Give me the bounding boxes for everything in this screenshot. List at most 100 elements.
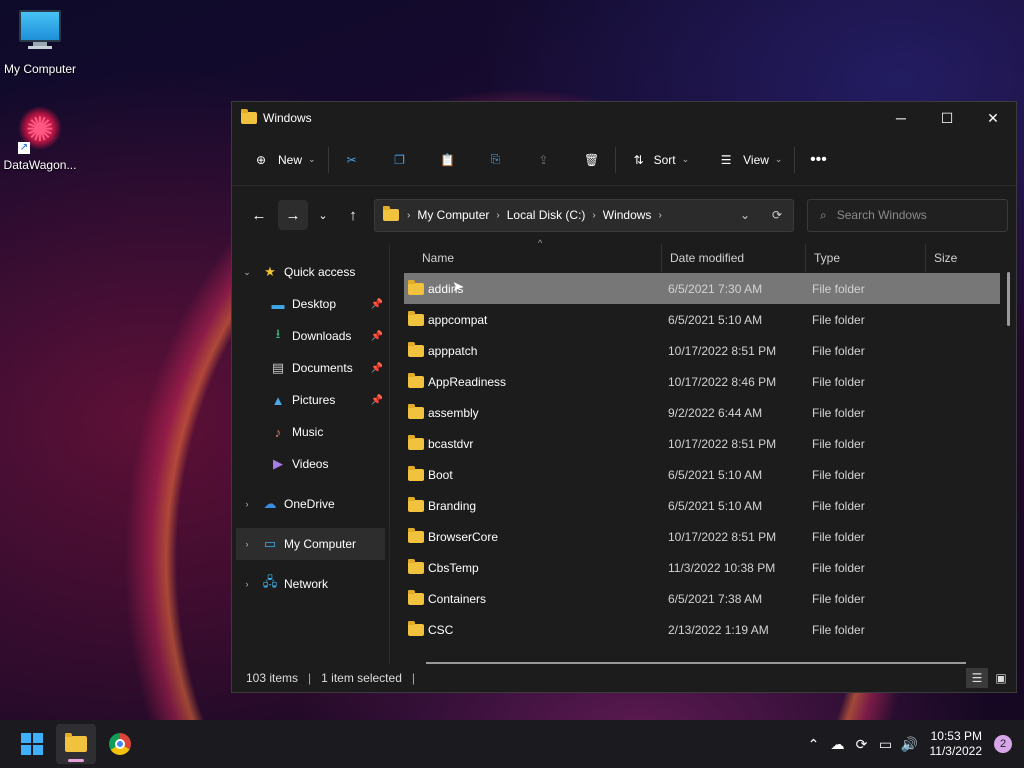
column-date-modified[interactable]: Date modified (662, 244, 806, 272)
file-name: CbsTemp (428, 560, 479, 575)
column-name[interactable]: Name (414, 244, 662, 272)
desktop-icon-my-computer[interactable]: My Computer (0, 10, 80, 76)
file-row[interactable]: BrowserCore 10/17/2022 8:51 PM File fold… (404, 521, 1000, 552)
file-type: File folder (812, 622, 865, 637)
file-type: File folder (812, 405, 865, 420)
up-button[interactable]: ↑ (338, 200, 368, 230)
file-date: 10/17/2022 8:51 PM (668, 436, 777, 451)
nav-downloads[interactable]: ⭳ Downloads 📌 (232, 320, 389, 352)
nav-my-computer[interactable]: › ▭ My Computer (236, 528, 385, 560)
notification-badge[interactable]: 2 (994, 735, 1012, 753)
nav-onedrive[interactable]: › ☁ OneDrive (232, 488, 389, 520)
vertical-scrollbar[interactable] (1007, 272, 1010, 326)
refresh-button[interactable]: ⟳ (761, 208, 793, 222)
volume-icon[interactable]: 🔊 (898, 736, 922, 753)
sort-button[interactable]: ⇅ Sort ⌄ (628, 144, 690, 176)
show-hidden-icons-button[interactable]: ⌃ (802, 736, 826, 753)
column-type[interactable]: Type (806, 244, 926, 272)
clock[interactable]: 10:53 PM 11/3/2022 (930, 729, 983, 759)
breadcrumb-separator-icon: › (496, 209, 500, 221)
folder-icon (408, 496, 424, 512)
paste-button[interactable]: 📋 (437, 144, 459, 176)
file-row[interactable]: AppReadiness 10/17/2022 8:46 PM File fol… (404, 366, 1000, 397)
chevron-right-icon[interactable]: › (240, 499, 254, 509)
file-row[interactable]: CSC 2/13/2022 1:19 AM File folder (404, 614, 1000, 645)
nav-music[interactable]: ♪ Music (232, 416, 389, 448)
network-icon: 🖧 (262, 574, 278, 589)
view-button[interactable]: ☰ View ⌄ (715, 144, 783, 176)
maximize-button[interactable]: ☐ (924, 102, 970, 134)
folder-icon (408, 434, 424, 450)
file-name: CSC (428, 622, 454, 637)
pictures-icon: ▲ (271, 392, 285, 408)
plus-circle-icon: ⊕ (255, 152, 267, 167)
more-options-button[interactable]: ••• (807, 144, 829, 176)
nav-videos[interactable]: ▶ Videos (232, 448, 389, 480)
taskbar-file-explorer[interactable] (56, 724, 96, 764)
file-row[interactable]: Branding 6/5/2021 5:10 AM File folder (404, 490, 1000, 521)
nav-label: Quick access (284, 265, 356, 279)
chevron-right-icon[interactable]: › (240, 539, 254, 549)
new-button[interactable]: ⊕ New ⌄ (250, 144, 316, 176)
nav-quick-access[interactable]: ⌄ ★ Quick access (232, 256, 389, 288)
breadcrumb-my-computer[interactable]: My Computer (417, 208, 489, 222)
forward-button[interactable]: → (278, 200, 308, 230)
folder-icon (408, 310, 424, 326)
file-row[interactable]: addins 6/5/2021 7:30 AM File folder ➤ (404, 273, 1000, 304)
pin-icon: 📌 (370, 330, 383, 342)
shortcut-arrow-icon: ↗ (18, 142, 30, 154)
paste-icon: 📋 (440, 152, 456, 167)
back-button[interactable]: ← (244, 200, 274, 230)
file-row[interactable]: CbsTemp 11/3/2022 10:38 PM File folder (404, 552, 1000, 583)
minimize-button[interactable]: ─ (878, 102, 924, 134)
trash-icon: 🗑 (583, 152, 600, 167)
onedrive-tray-icon[interactable]: ☁ (826, 736, 850, 753)
copy-button[interactable]: ❐ (389, 144, 411, 176)
file-type: File folder (812, 467, 865, 482)
file-row[interactable]: assembly 9/2/2022 6:44 AM File folder (404, 397, 1000, 428)
network-tray-icon[interactable]: ▭ (874, 736, 898, 753)
taskbar: ⌃ ☁ ⟳ ▭ 🔊 10:53 PM 11/3/2022 2 (0, 720, 1024, 768)
tiles-view-button[interactable]: ▣ (990, 668, 1012, 688)
pin-icon: 📌 (370, 362, 383, 374)
desktop-icon: ▬ (271, 296, 285, 312)
file-row[interactable]: Containers 6/5/2021 7:38 AM File folder (404, 583, 1000, 614)
file-row[interactable]: appcompat 6/5/2021 5:10 AM File folder (404, 304, 1000, 335)
title-bar[interactable]: Windows ─ ☐ ✕ (232, 102, 1016, 134)
start-button[interactable] (12, 724, 52, 764)
column-size[interactable]: Size (926, 244, 996, 272)
desktop-icon-datawagon[interactable]: ↗ DataWagon... (0, 106, 80, 172)
chevron-down-icon[interactable]: ⌄ (240, 267, 254, 278)
share-icon: ⇪ (538, 152, 549, 167)
close-button[interactable]: ✕ (970, 102, 1016, 134)
folder-icon (383, 206, 399, 221)
desktop-icon-label: DataWagon... (3, 158, 77, 172)
nav-documents[interactable]: ▤ Documents 📌 (232, 352, 389, 384)
file-date: 2/13/2022 1:19 AM (668, 622, 769, 637)
column-header-row: ^ Name Date modified Type Size (390, 238, 1016, 272)
file-row[interactable]: apppatch 10/17/2022 8:51 PM File folder (404, 335, 1000, 366)
nav-desktop[interactable]: ▬ Desktop 📌 (232, 288, 389, 320)
arrow-left-icon: ← (251, 206, 267, 224)
address-bar[interactable]: › My Computer › Local Disk (C:) › Window… (374, 198, 794, 232)
file-row[interactable]: Boot 6/5/2021 5:10 AM File folder (404, 459, 1000, 490)
chevron-right-icon[interactable]: › (240, 579, 254, 589)
taskbar-chrome[interactable] (100, 724, 140, 764)
nav-network[interactable]: › 🖧 Network (232, 568, 389, 600)
cut-button[interactable]: ✂ (341, 144, 363, 176)
search-box[interactable]: ⌕ Search Windows (807, 198, 1008, 232)
toolbar-divider (614, 146, 616, 173)
file-list: ^ Name Date modified Type Size addins 6/… (390, 238, 1016, 664)
recent-locations-button[interactable]: ⌄ (308, 200, 338, 230)
address-dropdown-button[interactable]: ⌄ (729, 208, 761, 222)
file-row[interactable]: bcastdvr 10/17/2022 8:51 PM File folder (404, 428, 1000, 459)
rename-button[interactable]: ⎘ (485, 144, 507, 176)
breadcrumb-local-disk[interactable]: Local Disk (C:) (507, 208, 586, 222)
share-button[interactable]: ⇪ (533, 144, 555, 176)
file-type: File folder (812, 312, 865, 327)
sync-icon[interactable]: ⟳ (850, 736, 874, 753)
delete-button[interactable]: 🗑 (581, 144, 603, 176)
details-view-button[interactable]: ☰ (966, 668, 988, 688)
breadcrumb-windows[interactable]: Windows (603, 208, 652, 222)
nav-pictures[interactable]: ▲ Pictures 📌 (232, 384, 389, 416)
